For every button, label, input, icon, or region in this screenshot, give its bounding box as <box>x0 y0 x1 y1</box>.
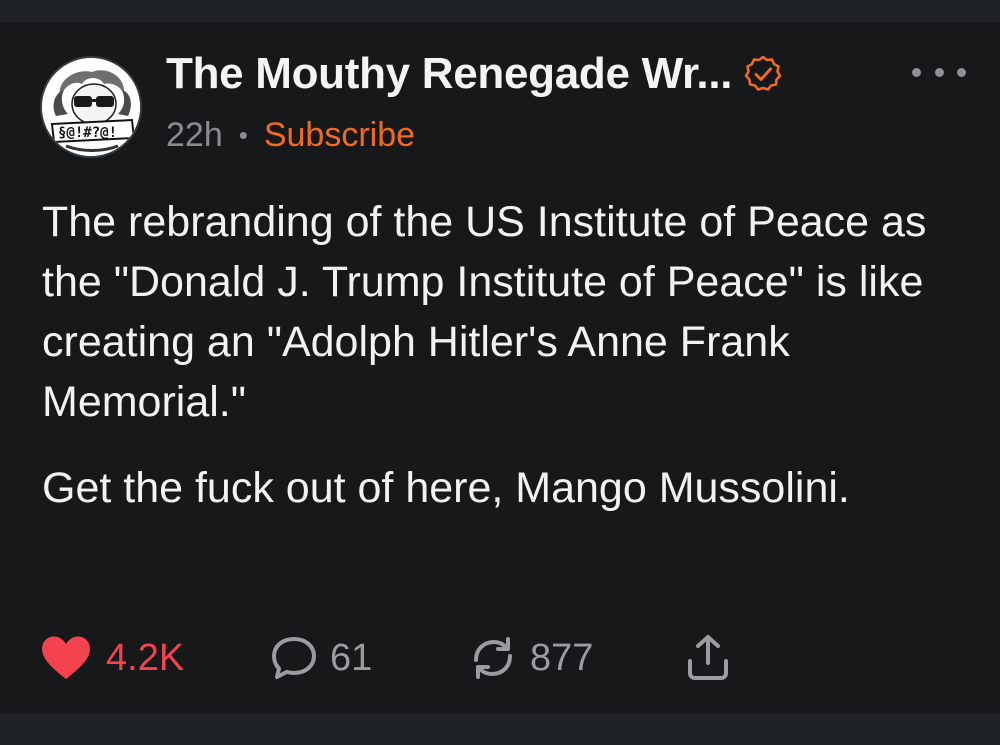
more-dot <box>934 67 944 77</box>
post-actions-bar: 4.2K 61 877 <box>40 632 760 684</box>
subscribe-button[interactable]: Subscribe <box>264 116 415 155</box>
repost-count: 877 <box>530 636 594 679</box>
author-name[interactable]: The Mouthy Renegade Wr... <box>166 49 733 99</box>
author-row: The Mouthy Renegade Wr... <box>166 48 782 100</box>
top-divider-bar <box>0 0 1000 22</box>
post-meta-row: 22h • Subscribe <box>166 112 415 158</box>
share-button[interactable] <box>684 632 732 684</box>
repost-arrows-icon <box>468 634 518 682</box>
verified-badge-icon <box>744 55 782 93</box>
heart-icon <box>40 635 92 681</box>
reply-count: 61 <box>330 636 373 679</box>
repost-button[interactable]: 877 <box>468 632 593 684</box>
more-options-icon[interactable] <box>912 62 966 82</box>
share-upload-icon <box>684 633 732 683</box>
post-paragraph: Get the fuck out of here, Mango Mussolin… <box>42 464 850 512</box>
post-body: The rebranding of the US Institute of Pe… <box>42 192 972 518</box>
comment-bubble-icon <box>270 634 318 682</box>
reply-button[interactable]: 61 <box>270 632 372 684</box>
like-count: 4.2K <box>106 636 185 679</box>
like-button[interactable]: 4.2K <box>40 632 184 684</box>
more-dot <box>957 67 966 77</box>
svg-text:§@!#?@!: §@!#?@! <box>58 125 117 141</box>
author-avatar[interactable]: §@!#?@! <box>40 56 142 158</box>
post-timestamp: 22h <box>166 115 223 154</box>
meta-separator: • <box>238 119 248 150</box>
more-dot <box>912 67 921 77</box>
avatar-illustration-icon: §@!#?@! <box>42 58 140 156</box>
post-paragraph: The rebranding of the US Institute of Pe… <box>42 198 927 426</box>
bottom-divider-bar <box>0 713 1000 745</box>
